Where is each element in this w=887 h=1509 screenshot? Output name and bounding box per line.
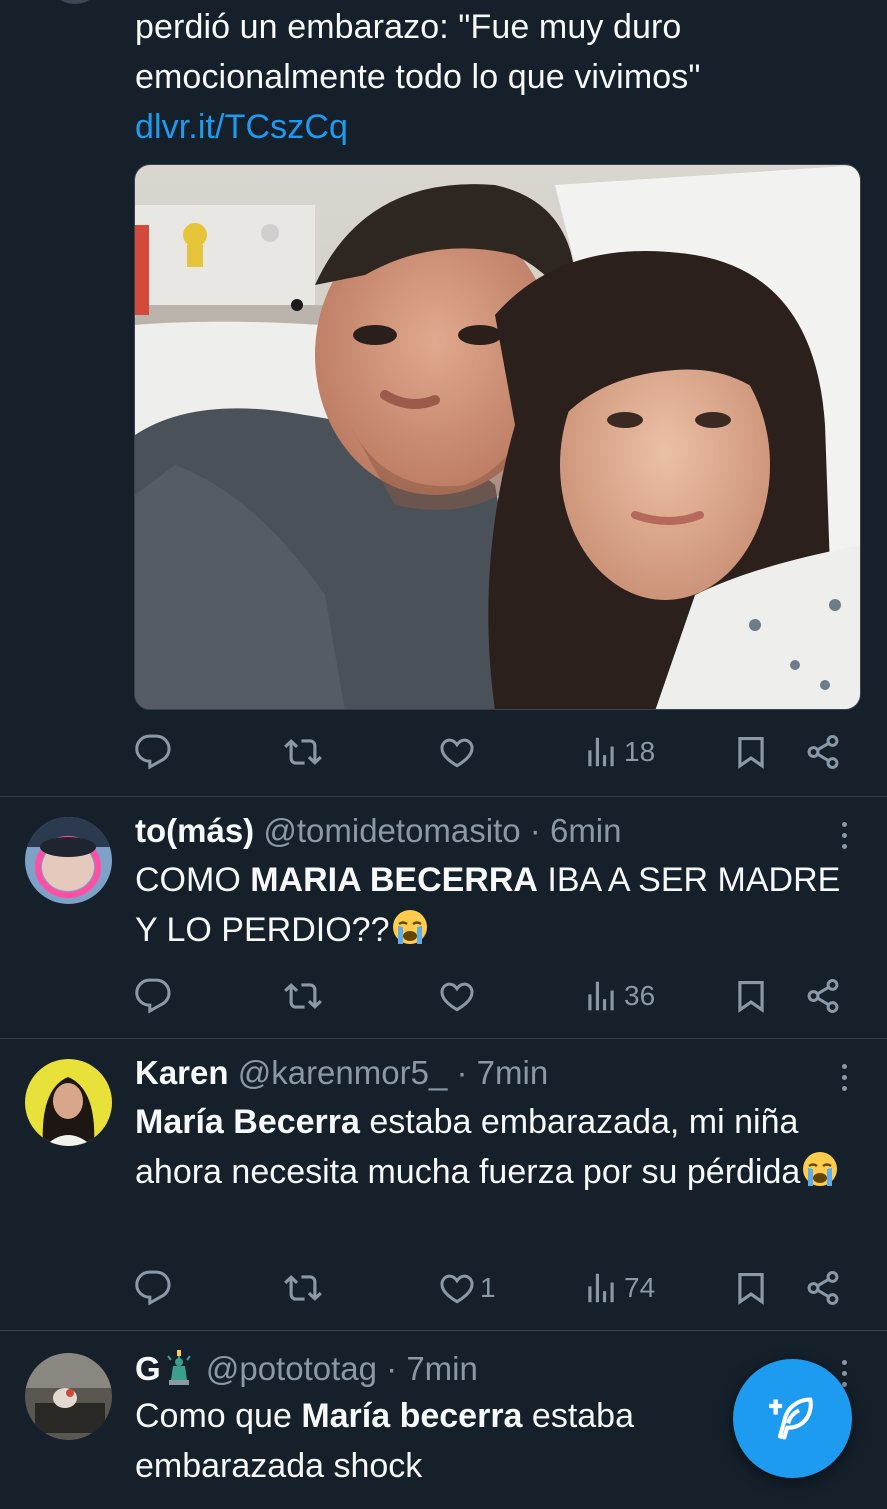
bookmark-icon bbox=[738, 736, 764, 769]
compose-feather-plus-icon bbox=[768, 1396, 813, 1439]
text-bold: María becerra bbox=[301, 1397, 523, 1435]
share-button[interactable] bbox=[804, 727, 842, 777]
text-segment: COMO bbox=[135, 861, 251, 899]
views-count: 36 bbox=[624, 980, 656, 1011]
retweet-button[interactable] bbox=[284, 727, 322, 777]
avatar[interactable] bbox=[25, 1059, 112, 1146]
text-segment: Como que bbox=[135, 1397, 302, 1435]
reply-icon bbox=[135, 978, 171, 1014]
reply-text: María Becerra estaba embarazada, mi niña… bbox=[135, 1097, 855, 1197]
timestamp[interactable]: 6min bbox=[550, 812, 622, 849]
reply-button[interactable] bbox=[134, 1263, 172, 1313]
separator: · bbox=[456, 1054, 468, 1091]
views-count: 18 bbox=[624, 736, 656, 767]
views-chart-icon bbox=[588, 737, 614, 767]
bookmark-button[interactable] bbox=[732, 1263, 770, 1313]
photo-couple-hospital-icon bbox=[135, 165, 860, 709]
handle[interactable]: @tomidetomasito bbox=[263, 812, 520, 849]
statue-of-liberty-icon bbox=[166, 1350, 191, 1385]
compose-tweet-button[interactable] bbox=[733, 1359, 852, 1478]
bookmark-icon bbox=[738, 980, 764, 1013]
reply-icon bbox=[135, 1270, 171, 1306]
tweet-text-line: perdió un embarazo: "Fue muy duro bbox=[135, 8, 682, 46]
display-name[interactable]: G bbox=[135, 1350, 161, 1387]
share-icon bbox=[807, 978, 839, 1014]
reply-actions: 36 bbox=[134, 971, 854, 1021]
share-icon bbox=[807, 734, 839, 770]
bookmark-button[interactable] bbox=[732, 971, 770, 1021]
retweet-button[interactable] bbox=[284, 971, 322, 1021]
bookmark-icon bbox=[738, 1272, 764, 1305]
retweet-button[interactable] bbox=[284, 1263, 322, 1313]
tweet-text-line: emocionalmente todo lo que vivimos" bbox=[135, 58, 701, 96]
tweet-text: perdió un embarazo: "Fue muy duro emocio… bbox=[135, 2, 860, 152]
reply-button[interactable] bbox=[134, 727, 172, 777]
reply-header: to(más) @tomidetomasito · 6min bbox=[135, 809, 622, 853]
heart-icon bbox=[440, 982, 474, 1012]
avatar-tomas-icon bbox=[25, 817, 112, 904]
tweet-link[interactable]: dlvr.it/TCszCq bbox=[135, 102, 860, 152]
text-bold: María Becerra bbox=[135, 1103, 360, 1141]
bookmark-button[interactable] bbox=[732, 727, 770, 777]
timestamp[interactable]: 7min bbox=[406, 1350, 478, 1387]
reply-text: COMO MARIA BECERRA IBA A SER MADRE Y LO … bbox=[135, 855, 855, 955]
tweet-top[interactable]: perdió un embarazo: "Fue muy duro emocio… bbox=[0, 0, 887, 796]
reply-actions: 1 74 bbox=[134, 1263, 854, 1313]
tweet-photo[interactable] bbox=[134, 164, 861, 710]
text-bold: MARIA BECERRA bbox=[250, 861, 538, 899]
like-button[interactable] bbox=[438, 971, 476, 1021]
loudly-crying-face-icon bbox=[803, 1152, 838, 1186]
timestamp[interactable]: 7min bbox=[477, 1054, 549, 1091]
views-chart-icon bbox=[588, 981, 614, 1011]
reply-text: Como que María becerra estaba embarazada… bbox=[135, 1391, 725, 1491]
share-icon bbox=[807, 1270, 839, 1306]
handle[interactable]: @potototag bbox=[206, 1350, 377, 1387]
share-button[interactable] bbox=[804, 1263, 842, 1313]
avatar[interactable] bbox=[25, 1353, 112, 1440]
display-name[interactable]: to(más) bbox=[135, 812, 254, 849]
views-button[interactable]: 18 bbox=[582, 727, 655, 777]
views-button[interactable]: 74 bbox=[582, 1263, 655, 1313]
display-name[interactable]: Karen bbox=[135, 1054, 229, 1091]
like-button[interactable] bbox=[438, 727, 476, 777]
retweet-icon bbox=[284, 739, 322, 765]
avatar-karen-icon bbox=[25, 1059, 112, 1146]
avatar[interactable] bbox=[25, 817, 112, 904]
views-chart-icon bbox=[588, 1273, 614, 1303]
reply-icon bbox=[135, 734, 171, 770]
tweet-actions: 18 bbox=[134, 727, 854, 777]
separator: · bbox=[386, 1350, 398, 1387]
more-options-button[interactable] bbox=[830, 815, 858, 855]
more-options-button[interactable] bbox=[830, 1057, 858, 1097]
like-button[interactable]: 1 bbox=[438, 1263, 496, 1313]
separator: · bbox=[529, 812, 541, 849]
handle[interactable]: @karenmor5_ bbox=[238, 1054, 448, 1091]
views-button[interactable]: 36 bbox=[582, 971, 655, 1021]
reply-header: G @potototag · 7min bbox=[135, 1347, 478, 1391]
share-button[interactable] bbox=[804, 971, 842, 1021]
author-avatar[interactable] bbox=[50, 0, 100, 4]
reply-button[interactable] bbox=[134, 971, 172, 1021]
heart-icon bbox=[440, 1274, 474, 1304]
reply-tweet[interactable]: Karen @karenmor5_ · 7min María Becerra e… bbox=[0, 1039, 887, 1330]
views-count: 74 bbox=[624, 1272, 656, 1303]
heart-icon bbox=[440, 738, 474, 768]
likes-count: 1 bbox=[480, 1272, 496, 1303]
retweet-icon bbox=[284, 1275, 322, 1301]
loudly-crying-face-icon bbox=[392, 910, 427, 944]
reply-tweet[interactable]: to(más) @tomidetomasito · 6min COMO MARI… bbox=[0, 797, 887, 1038]
avatar-g-icon bbox=[25, 1353, 112, 1440]
reply-header: Karen @karenmor5_ · 7min bbox=[135, 1051, 548, 1095]
retweet-icon bbox=[284, 983, 322, 1009]
